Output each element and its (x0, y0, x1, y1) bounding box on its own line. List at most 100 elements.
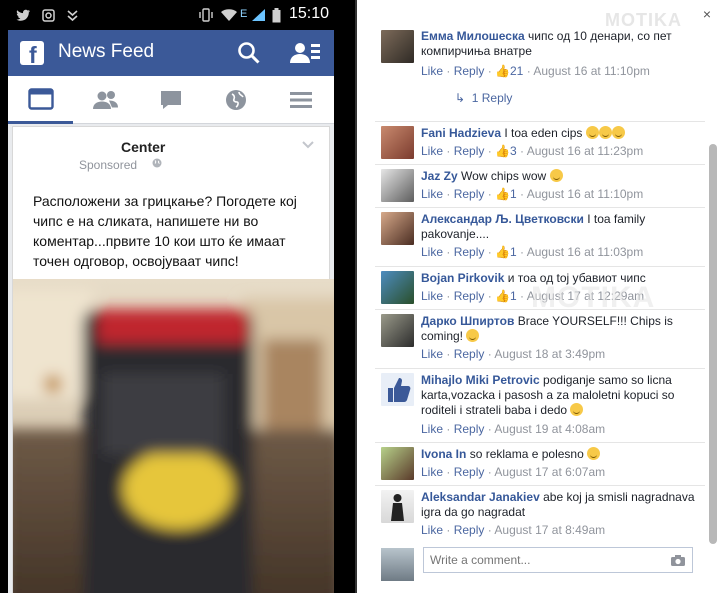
avatar[interactable] (381, 212, 414, 245)
comment-author[interactable]: Fani Hadzieva (421, 126, 501, 140)
smile-emoji-icon (549, 169, 563, 182)
news-feed-tab[interactable] (8, 76, 73, 124)
comment-author[interactable]: Jaz Zy (421, 169, 458, 183)
scrollbar[interactable] (709, 144, 717, 544)
like-count[interactable]: 3 (510, 144, 517, 158)
like-link[interactable]: Like (421, 245, 443, 259)
grin-emoji-icon (585, 126, 599, 139)
comment-item: Емма Милошеска чипс од 10 денари, со пет… (375, 22, 705, 122)
reply-link[interactable]: Reply (454, 523, 485, 537)
like-link[interactable]: Like (421, 187, 443, 201)
thumbs-up-icon: 👍 (495, 245, 510, 259)
comment-composer (375, 544, 705, 581)
thumbs-up-icon: 👍 (495, 144, 510, 158)
avatar[interactable] (381, 271, 414, 304)
like-link[interactable]: Like (421, 465, 443, 479)
post-image[interactable] (13, 279, 334, 593)
like-count[interactable]: 1 (510, 245, 517, 259)
reply-link[interactable]: Reply (454, 187, 485, 201)
person-avatar-icon (391, 494, 404, 521)
avatar[interactable] (381, 447, 414, 480)
reply-link[interactable]: Reply (454, 144, 485, 158)
reply-link[interactable]: Reply (454, 64, 485, 78)
reply-link[interactable]: Reply (454, 465, 485, 479)
comment-author[interactable]: Mihajlo Miki Petrovic (421, 373, 540, 387)
comment-time[interactable]: August 17 at 6:07am (494, 465, 605, 479)
comment-author[interactable]: Дарко Шпиртов (421, 314, 514, 328)
thumbs-up-icon: 👍 (495, 187, 510, 201)
comment-text: I toa eden cips (504, 126, 583, 140)
avatar[interactable] (381, 169, 414, 202)
app-header: f News Feed (8, 30, 334, 76)
friends-tab[interactable] (73, 76, 138, 124)
like-link[interactable]: Like (421, 347, 443, 361)
reply-link[interactable]: Reply (454, 347, 485, 361)
comment-time[interactable]: August 17 at 8:49am (494, 523, 605, 537)
reply-link[interactable]: Reply (454, 289, 485, 303)
comment-item: Mihajlo Miki Petrovic podiganje samo so … (375, 369, 705, 443)
smile-emoji-icon (466, 329, 480, 342)
reply-link[interactable]: Reply (454, 245, 485, 259)
comment-box[interactable] (423, 547, 693, 573)
watermark-center: MOTIKA (531, 281, 656, 314)
search-icon[interactable] (234, 38, 264, 68)
avatar[interactable] (381, 490, 414, 523)
comment-time[interactable]: August 16 at 11:23pm (527, 144, 644, 158)
like-link[interactable]: Like (421, 144, 443, 158)
wifi-icon (220, 7, 238, 23)
comment-time[interactable]: August 16 at 11:10pm (533, 64, 650, 78)
notifications-tab[interactable] (203, 76, 268, 124)
close-button[interactable]: × (703, 6, 711, 22)
like-link[interactable]: Like (421, 64, 443, 78)
comment-author[interactable]: Bojan Pirkovik (421, 271, 504, 285)
signal-icon (250, 7, 266, 23)
grin-emoji-icon (598, 126, 612, 139)
sponsored-label: Sponsored (79, 158, 138, 172)
comment-item: Jaz Zy Wow chips wow Like · Reply · 👍1 ·… (375, 165, 705, 208)
status-bar: E 15:10 (0, 0, 345, 30)
comment-author[interactable]: Александар Љ. Цветковски (421, 212, 584, 226)
twitter-icon (16, 7, 31, 23)
comment-time[interactable]: August 16 at 11:10pm (527, 187, 644, 201)
view-replies-link[interactable]: 1 Reply (472, 91, 513, 105)
comment-input[interactable] (430, 553, 650, 567)
avatar[interactable] (381, 314, 414, 347)
post-page-name[interactable]: Center (121, 139, 165, 155)
facebook-app: f News Feed Center Sponsored Расположени… (8, 30, 334, 593)
smile-emoji-icon (587, 447, 601, 460)
vibrate-icon (198, 7, 214, 23)
menu-tab[interactable] (268, 76, 333, 124)
like-link[interactable]: Like (421, 422, 443, 436)
thumbs-up-avatar-icon (388, 378, 411, 402)
comment-time[interactable]: August 18 at 3:49pm (494, 347, 605, 361)
comment-time[interactable]: August 16 at 11:03pm (527, 245, 644, 259)
like-link[interactable]: Like (421, 289, 443, 303)
avatar[interactable] (381, 373, 414, 406)
messages-tab[interactable] (138, 76, 203, 124)
like-count[interactable]: 1 (510, 187, 517, 201)
comment-item: Aleksandar Janakiev abe koj ja smisli na… (375, 486, 705, 544)
network-type: E (240, 8, 248, 20)
globe-icon (152, 158, 162, 171)
comment-author[interactable]: Ivona In (421, 447, 466, 461)
thumbs-up-icon: 👍 (495, 64, 510, 78)
camera-icon[interactable] (670, 554, 686, 572)
facebook-logo-icon[interactable]: f (20, 41, 44, 68)
like-count[interactable]: 1 (510, 289, 517, 303)
reply-link[interactable]: Reply (454, 422, 485, 436)
tab-bar (8, 76, 334, 124)
like-count[interactable]: 21 (510, 64, 523, 78)
comment-author[interactable]: Емма Милошеска (421, 29, 525, 43)
battery-icon (272, 7, 281, 23)
instagram-icon (42, 7, 55, 23)
comment-time[interactable]: August 19 at 4:08am (494, 422, 605, 436)
friend-requests-icon[interactable] (288, 38, 322, 68)
avatar (381, 548, 414, 581)
avatar[interactable] (381, 126, 414, 159)
sponsored-post: Center Sponsored Расположени за грицкање… (12, 126, 334, 593)
like-link[interactable]: Like (421, 523, 443, 537)
comment-author[interactable]: Aleksandar Janakiev (421, 490, 540, 504)
chevron-down-icon[interactable] (302, 138, 314, 152)
avatar[interactable] (381, 30, 414, 63)
comment-item: Александар Љ. Цветковски I toa family pa… (375, 208, 705, 267)
